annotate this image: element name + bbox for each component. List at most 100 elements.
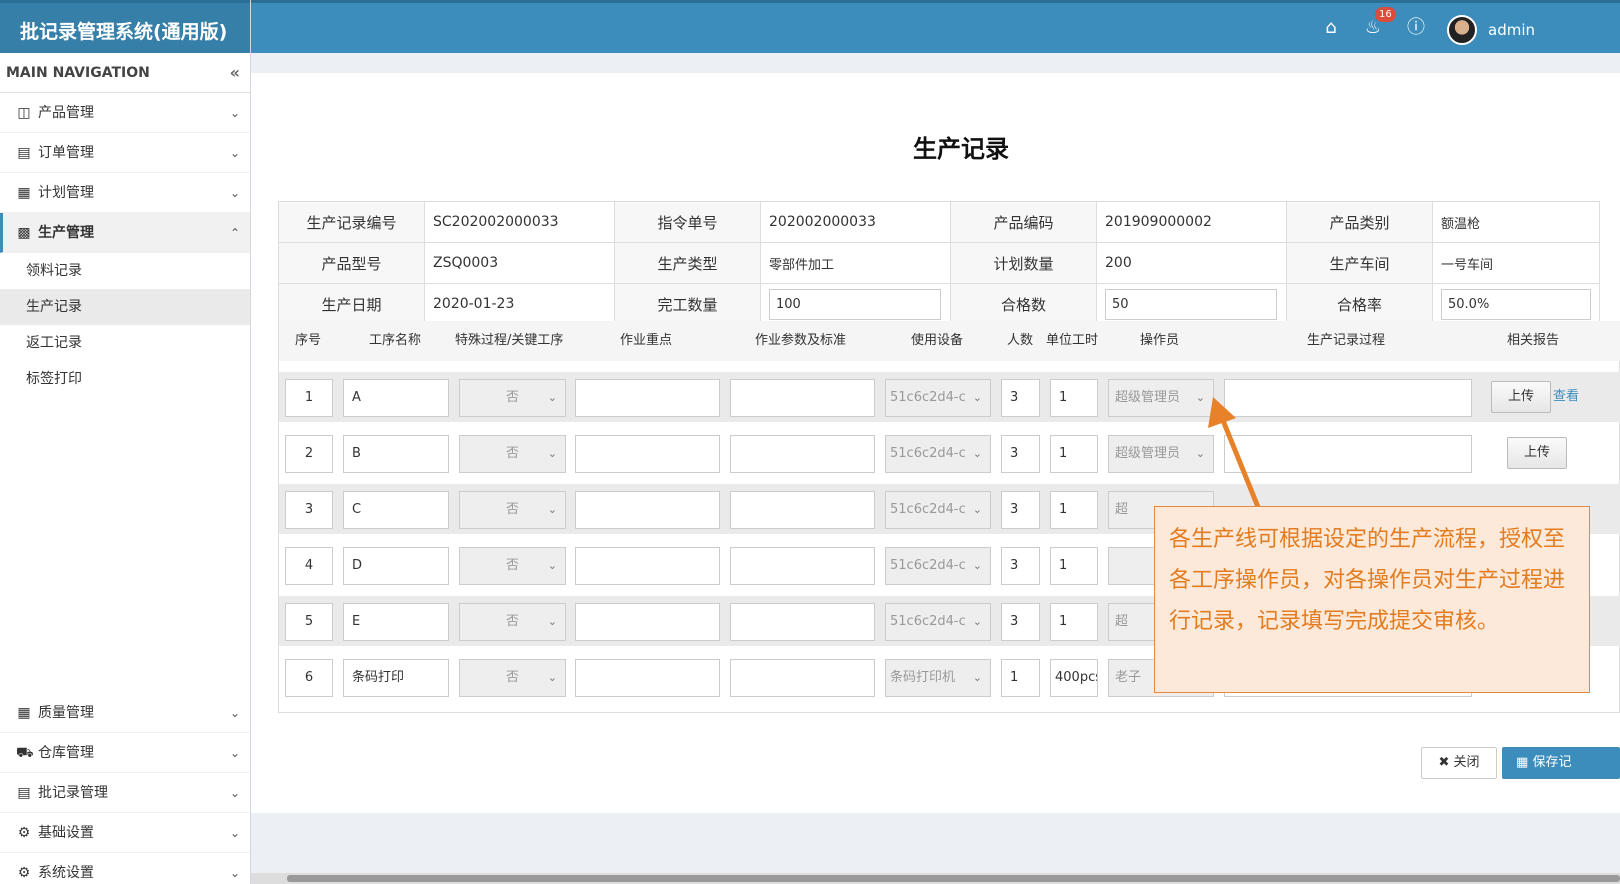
sidebar-item-system-settings[interactable]: ⚙ 系统设置 ⌄ [0, 853, 250, 884]
special-select[interactable]: 否 ⌄ [459, 603, 566, 641]
building-icon: ▩ [17, 225, 31, 241]
upload-button[interactable]: 上传 [1491, 381, 1551, 413]
sidebar-item-order[interactable]: ▤ 订单管理 ⌄ [0, 133, 250, 173]
hours-input[interactable]: 1 [1050, 435, 1098, 473]
value-production-date: 2020-01-23 [424, 283, 615, 325]
save-button[interactable]: ▦ 保存记 [1502, 747, 1620, 779]
sidebar-item-production[interactable]: ▩ 生产管理 ⌃ [0, 213, 250, 253]
special-select-value: 否 [505, 390, 519, 405]
people-input[interactable]: 3 [1001, 547, 1040, 585]
sidebar-item-basic-settings[interactable]: ⚙ 基础设置 ⌄ [0, 813, 250, 853]
seq-input[interactable]: 5 [285, 603, 333, 641]
device-select[interactable]: 51c6c2d4-c ⌄ [885, 379, 991, 417]
notification-badge: 16 [1375, 7, 1396, 22]
pass-rate-input[interactable] [1441, 288, 1591, 320]
device-select[interactable]: 51c6c2d4-c ⌄ [885, 435, 991, 473]
process-name-input[interactable]: 条码打印 [343, 659, 449, 697]
process-name-input[interactable]: B [343, 435, 449, 473]
horizontal-scrollbar[interactable] [251, 873, 1620, 884]
operator-select[interactable]: 超级管理员 ⌄ [1108, 435, 1214, 473]
special-select[interactable]: 否 ⌄ [459, 491, 566, 529]
seq-input[interactable]: 1 [285, 379, 333, 417]
process-record-input[interactable] [1224, 379, 1472, 417]
help-icon[interactable]: ⓘ [1404, 3, 1428, 53]
special-select[interactable]: 否 ⌄ [459, 659, 566, 697]
focus-input[interactable] [575, 659, 720, 697]
operator-select[interactable]: 超级管理员 ⌄ [1108, 379, 1214, 417]
save-button-label: 保存记 [1532, 755, 1572, 770]
chevron-down-icon: ⌄ [229, 106, 240, 120]
params-input[interactable] [730, 547, 875, 585]
sidebar-item-label: 基础设置 [38, 825, 94, 841]
seq-input[interactable]: 6 [285, 659, 333, 697]
process-name-input[interactable]: D [343, 547, 449, 585]
view-link[interactable]: 查看 [1553, 381, 1579, 413]
params-input[interactable] [730, 379, 875, 417]
label-product-category: 产品类别 [1286, 201, 1433, 243]
sidebar-subitem-rework[interactable]: 返工记录 [0, 325, 250, 361]
people-input[interactable]: 3 [1001, 603, 1040, 641]
special-select[interactable]: 否 ⌄ [459, 547, 566, 585]
chevron-down-icon: ⌄ [972, 615, 982, 628]
sidebar-item-plan[interactable]: ▦ 计划管理 ⌄ [0, 173, 250, 213]
device-select[interactable]: 条码打印机 ⌄ [885, 659, 991, 697]
value-product-category: 额温枪 [1432, 201, 1600, 243]
focus-input[interactable] [575, 547, 720, 585]
sidebar-item-quality[interactable]: ▦ 质量管理 ⌄ [0, 693, 250, 733]
focus-input[interactable] [575, 491, 720, 529]
chevron-down-icon: ⌄ [1195, 447, 1205, 460]
qualified-qty-input[interactable] [1105, 288, 1277, 320]
scrollbar-thumb[interactable] [287, 875, 1620, 882]
params-input[interactable] [730, 491, 875, 529]
col-hours: 单位工时 [1046, 333, 1099, 348]
seq-input[interactable]: 2 [285, 435, 333, 473]
calendar-icon: ▦ [17, 185, 31, 201]
label-record-no: 生产记录编号 [278, 201, 425, 243]
hours-input[interactable]: 1 [1050, 491, 1098, 529]
special-select[interactable]: 否 ⌄ [459, 435, 566, 473]
sidebar-subitem-production-record[interactable]: 生产记录 [0, 289, 250, 325]
sidebar-item-label: 生产管理 [38, 225, 94, 241]
qualified-qty-cell [1096, 283, 1287, 325]
device-select[interactable]: 51c6c2d4-c ⌄ [885, 491, 991, 529]
hours-input[interactable]: 1 [1050, 603, 1098, 641]
people-input[interactable]: 3 [1001, 379, 1040, 417]
params-input[interactable] [730, 603, 875, 641]
upload-button[interactable]: 上传 [1507, 437, 1567, 469]
process-name-input[interactable]: E [343, 603, 449, 641]
people-input[interactable]: 3 [1001, 491, 1040, 529]
seq-input[interactable]: 3 [285, 491, 333, 529]
collapse-icon[interactable]: « [230, 53, 240, 93]
sidebar-subitem-material[interactable]: 领料记录 [0, 253, 250, 289]
params-input[interactable] [730, 659, 875, 697]
user-name[interactable]: admin [1488, 3, 1535, 57]
device-select[interactable]: 51c6c2d4-c ⌄ [885, 603, 991, 641]
close-button[interactable]: ✖ 关闭 [1421, 747, 1497, 779]
focus-input[interactable] [575, 435, 720, 473]
hours-input[interactable]: 1 [1050, 379, 1098, 417]
home-icon[interactable]: ⌂ [1319, 3, 1343, 53]
device-select[interactable]: 51c6c2d4-c ⌄ [885, 547, 991, 585]
hours-input[interactable]: 400pcs [1050, 659, 1098, 697]
hours-input[interactable]: 1 [1050, 547, 1098, 585]
focus-input[interactable] [575, 379, 720, 417]
value-product-code: 201909000002 [1096, 201, 1287, 243]
process-name-input[interactable]: C [343, 491, 449, 529]
finished-qty-input[interactable] [769, 288, 941, 320]
nav-header: MAIN NAVIGATION « [0, 53, 250, 93]
focus-input[interactable] [575, 603, 720, 641]
sidebar-item-product[interactable]: ◫ 产品管理 ⌄ [0, 93, 250, 133]
chevron-down-icon: ⌄ [972, 503, 982, 516]
people-input[interactable]: 3 [1001, 435, 1040, 473]
sidebar-item-batch[interactable]: ▤ 批记录管理 ⌄ [0, 773, 250, 813]
special-select[interactable]: 否 ⌄ [459, 379, 566, 417]
process-name-input[interactable]: A [343, 379, 449, 417]
params-input[interactable] [730, 435, 875, 473]
sidebar-item-warehouse[interactable]: ⛟ 仓库管理 ⌄ [0, 733, 250, 773]
avatar[interactable] [1447, 15, 1477, 45]
sidebar-subitem-label-print[interactable]: 标签打印 [0, 361, 250, 397]
chevron-down-icon: ⌄ [972, 391, 982, 404]
seq-input[interactable]: 4 [285, 547, 333, 585]
process-record-input[interactable] [1224, 435, 1472, 473]
people-input[interactable]: 1 [1001, 659, 1040, 697]
